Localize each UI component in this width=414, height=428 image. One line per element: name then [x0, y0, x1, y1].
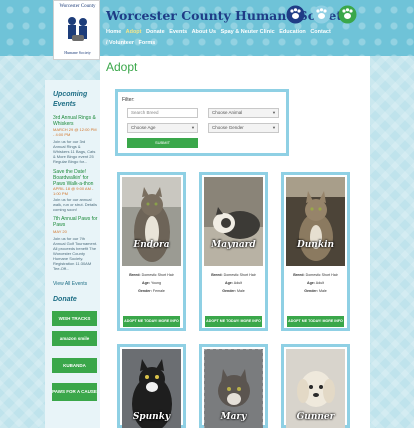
- paw-icon-blue[interactable]: [285, 5, 306, 24]
- pet-name: Endora: [133, 240, 170, 250]
- adopt-more-info-button[interactable]: ADOPT ME TODAY! MORE INFO: [123, 316, 180, 327]
- pet-age: Young: [150, 281, 161, 285]
- adopt-more-info-button[interactable]: ADOPT ME TODAY! MORE INFO: [287, 316, 344, 327]
- logo-sub-text: Humane Society: [64, 50, 91, 55]
- events-title: Upcoming Events: [53, 91, 88, 108]
- pet-info: Breed: Domestic Short Hair Age: Adult Ge…: [293, 273, 338, 293]
- main-nav: Home Adopt Donate Events About Us Spay &…: [106, 27, 331, 49]
- donate-amazon-smile-button[interactable]: amazon smile: [52, 331, 97, 346]
- nav-home[interactable]: Home: [106, 29, 121, 35]
- pet-breed: Domestic Short Hair: [141, 273, 174, 277]
- site-logo[interactable]: Worcester County Humane Society: [53, 0, 100, 60]
- donate-paws-for-a-cause-button[interactable]: PAWS FOR A CAUSE: [52, 383, 97, 401]
- pet-gender: Female: [152, 289, 165, 293]
- pet-gender: Male: [236, 289, 245, 293]
- donate-kubanda-button[interactable]: KUBANDA: [52, 358, 97, 373]
- pet-name: Dunkin: [296, 240, 335, 250]
- event-text: Join us for our annual walk, run or stru…: [53, 197, 98, 212]
- nav-about-us[interactable]: About Us: [192, 29, 216, 35]
- pet-photo[interactable]: [204, 177, 263, 266]
- logo-people-icon: [68, 17, 87, 41]
- pet-card[interactable]: Maynard Breed: Domestic Short Hair Age: …: [199, 172, 268, 331]
- choose-gender-select[interactable]: Choose Gender ▼: [208, 123, 279, 133]
- pet-breed: Domestic Short Hair: [305, 273, 338, 277]
- donate-title: Donate: [53, 296, 77, 303]
- pet-card[interactable]: Mary: [199, 344, 268, 428]
- pet-name: Mary: [220, 412, 247, 422]
- event-date: APRIL 18 @ 9:00 AM - 1:00 PM: [53, 186, 94, 196]
- donate-wish-tracks-button[interactable]: WISH TRACKS: [52, 311, 97, 326]
- pet-photo[interactable]: [122, 177, 181, 266]
- event-title[interactable]: 3rd Annual Rings & Whiskers: [53, 115, 98, 127]
- pet-card[interactable]: Spunky: [117, 344, 186, 428]
- event-title[interactable]: 7th Annual Paws for Paws: [53, 216, 98, 228]
- choose-age-select[interactable]: Choose Age ▼: [127, 123, 198, 133]
- pet-breed: Domestic Short Hair: [223, 273, 256, 277]
- filter-label: Filter:: [122, 97, 135, 103]
- nav-adopt[interactable]: Adopt: [126, 29, 142, 35]
- pet-card[interactable]: Dunkin Breed: Domestic Short Hair Age: A…: [281, 172, 350, 331]
- pet-name: Spunky: [132, 412, 171, 422]
- paw-icon-light[interactable]: [311, 5, 332, 24]
- search-breed-input[interactable]: Search Breed: [127, 108, 198, 118]
- pet-name: Maynard: [211, 240, 256, 250]
- nav-education[interactable]: Education: [279, 29, 306, 35]
- submit-button[interactable]: SUBMIT: [127, 138, 198, 148]
- pet-info: Breed: Domestic Short Hair Age: Adult Ge…: [211, 273, 256, 293]
- pet-gender: Male: [318, 289, 327, 293]
- pet-photo[interactable]: [286, 177, 345, 266]
- pet-name: Gunner: [296, 412, 335, 422]
- chevron-down-icon: ▼: [272, 125, 276, 130]
- pet-age: Adult: [315, 281, 324, 285]
- choose-animal-select[interactable]: Choose Animal ▼: [208, 108, 279, 118]
- nav-events[interactable]: Events: [169, 29, 187, 35]
- nav-donate[interactable]: Donate: [146, 29, 165, 35]
- event-text: Join us for our 3rd Annual Rings & Whisk…: [53, 139, 96, 164]
- pet-card[interactable]: Endora Breed: Domestic Short Hair Age: Y…: [117, 172, 186, 331]
- pet-card[interactable]: Gunner: [281, 344, 350, 428]
- page-title: Adopt: [106, 60, 138, 74]
- event-text: Join us for our 7th Annual Golf Tourname…: [53, 236, 98, 271]
- adopt-more-info-button[interactable]: ADOPT ME TODAY! MORE INFO: [205, 316, 262, 327]
- nav-spay-neuter-clinic[interactable]: Spay & Neuter Clinic: [221, 29, 275, 35]
- event-date: MARCH 29 @ 12:00 PM - 4:00 PM: [53, 127, 97, 137]
- nav-forms[interactable]: Forms: [139, 40, 156, 46]
- chevron-down-icon: ▼: [191, 125, 195, 130]
- chevron-down-icon: ▼: [272, 110, 276, 115]
- paw-icon-green[interactable]: [337, 5, 358, 24]
- pet-info: Breed: Domestic Short Hair Age: Young Ge…: [129, 273, 174, 293]
- event-date: MAY 20: [53, 229, 67, 234]
- view-all-events-link[interactable]: View All Events: [53, 281, 87, 287]
- event-title[interactable]: Save the Date! Boardwalkin' for Paws Wal…: [53, 169, 98, 187]
- pet-age: Adult: [233, 281, 242, 285]
